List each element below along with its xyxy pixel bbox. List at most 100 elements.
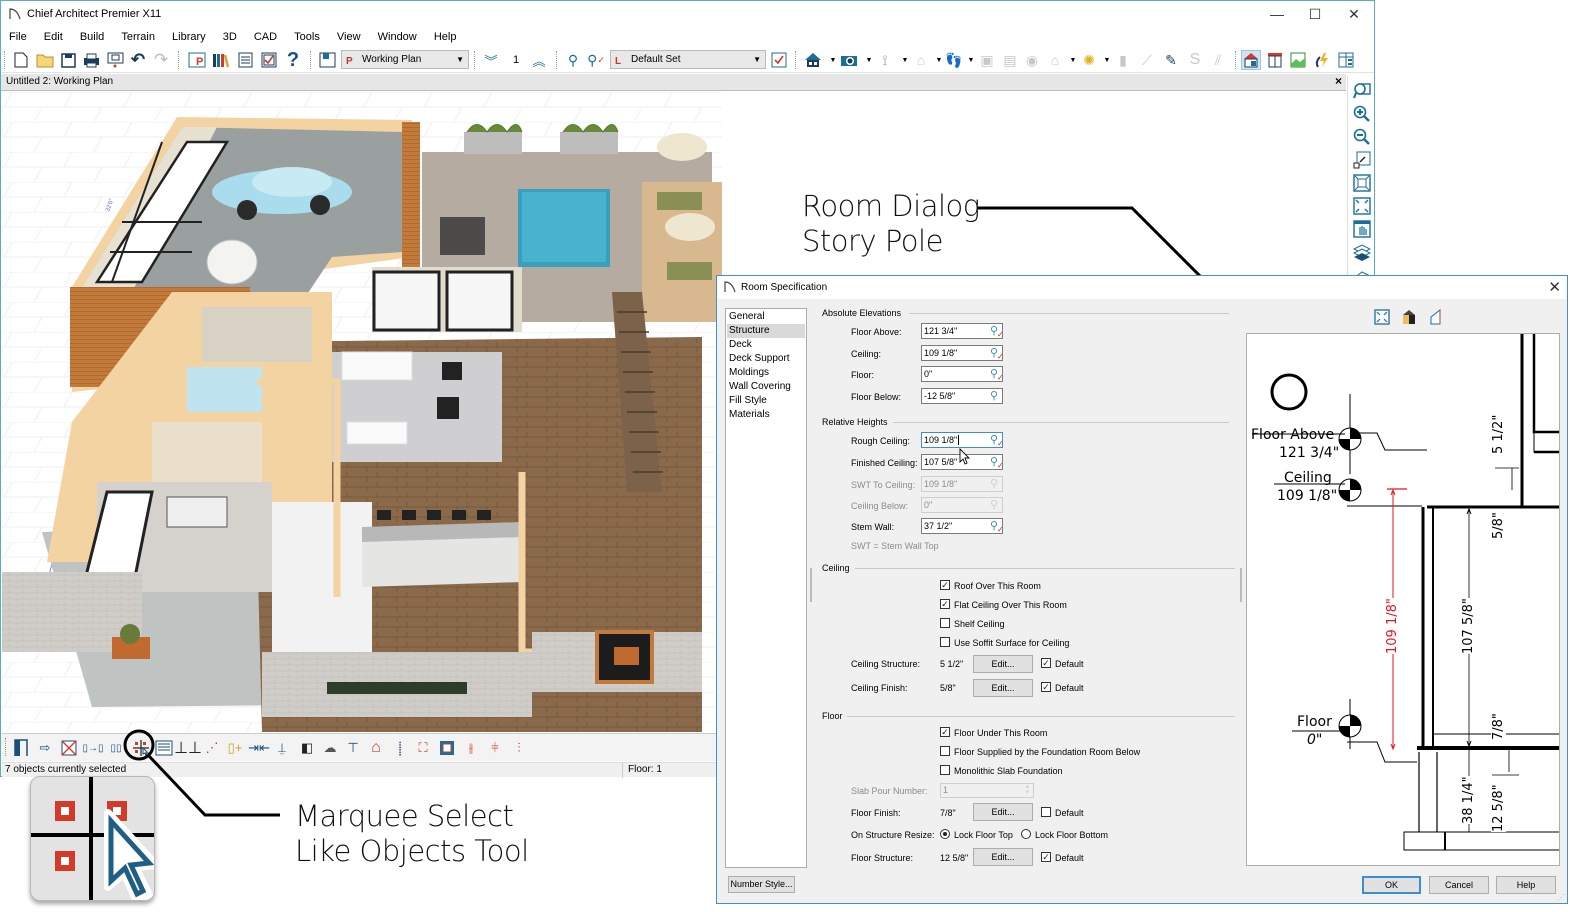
story-pole-circle — [1270, 373, 1308, 411]
finished-ceiling-value: 107 5/8" — [924, 457, 958, 467]
monolithic-slab-label: Monolithic Slab Foundation — [954, 766, 1063, 776]
ceiling-structure-value: 5 1/2" — [940, 659, 964, 669]
app-logo-icon — [724, 281, 736, 293]
floor-structure-edit-button[interactable]: Edit... — [973, 848, 1033, 866]
callout-line-1: Marquee Select — [295, 799, 514, 833]
finished-ceiling-label: Finished Ceiling: — [851, 458, 918, 468]
ceiling-label: Ceiling: — [851, 349, 882, 359]
swt-to-ceiling-value: 109 1/8" — [924, 479, 958, 489]
marquee-callout: Marquee Select Like Objects Tool — [295, 799, 529, 869]
dialog-close-icon[interactable]: ✕ — [1548, 278, 1561, 296]
monolithic-slab-checkbox[interactable] — [940, 765, 950, 775]
floor-structure-default-checkbox[interactable]: ✓ — [1041, 852, 1051, 862]
callout-line-2: Like Objects Tool — [295, 834, 529, 868]
slab-pour-number-value: 1 — [943, 785, 949, 795]
nav-structure[interactable]: Structure — [727, 324, 805, 338]
floor-heading: Floor — [822, 711, 843, 721]
floor-finish-default-checkbox[interactable] — [1041, 807, 1051, 817]
dim-rough-ceiling: 109 1/8" — [1385, 598, 1400, 654]
fill-window-icon[interactable] — [1373, 309, 1391, 327]
group-divider — [855, 568, 1235, 569]
flat-ceiling-label: Flat Ceiling Over This Room — [954, 600, 1067, 610]
dim-finished-ceiling: 107 5/8" — [1461, 598, 1476, 654]
swt-to-ceiling-field: 109 1/8" ⚲ — [921, 476, 1003, 492]
soffit-surface-checkbox[interactable] — [940, 637, 950, 647]
ceiling-finish-default-label: Default — [1055, 683, 1084, 693]
lock-floor-bottom-radio[interactable] — [1021, 829, 1031, 839]
default-wrench-icon[interactable]: ⚲ ✓ — [990, 324, 1004, 339]
ceiling-finish-edit-button[interactable]: Edit... — [973, 679, 1033, 697]
ok-button[interactable]: OK — [1362, 876, 1421, 894]
floor-supplied-by-foundation-checkbox[interactable] — [940, 746, 950, 756]
floor-above-field[interactable]: 121 3/4" ⚲ ✓ — [921, 323, 1004, 339]
floor-field[interactable]: 0" ⚲ ✓ — [921, 366, 1004, 382]
section-view-icon[interactable] — [1427, 308, 1445, 327]
room-specification-dialog: Room Specification ✕ General Structure D… — [716, 275, 1568, 904]
number-style-button[interactable]: Number Style... — [728, 876, 795, 893]
marquee-highlight-circle — [123, 729, 155, 761]
ceiling-below-value: 0" — [924, 500, 933, 510]
nav-fill-style[interactable]: Fill Style — [727, 394, 805, 408]
floor-under-room-checkbox[interactable]: ✓ — [940, 727, 950, 737]
shelf-ceiling-label: Shelf Ceiling — [954, 619, 1005, 629]
lock-floor-top-label: Lock Floor Top — [954, 830, 1013, 840]
marquee-select-like-objects-icon-enlarged — [30, 776, 155, 901]
ceiling-structure-edit-button[interactable]: Edit... — [973, 655, 1033, 673]
callout-line-2: Story Pole — [802, 224, 943, 258]
flat-ceiling-checkbox[interactable]: ✓ — [940, 599, 950, 609]
preview-floor-above-label: Floor Above — [1251, 427, 1335, 443]
ceiling-field[interactable]: 109 1/8" ⚲ ✓ — [921, 345, 1004, 361]
default-wrench-icon: ⚲ — [989, 499, 998, 511]
nav-moldings[interactable]: Moldings — [727, 366, 805, 380]
splitter-handle-left[interactable] — [810, 568, 812, 602]
default-wrench-icon[interactable]: ⚲ ✓ — [990, 455, 1004, 470]
soffit-surface-label: Use Soffit Surface for Ceiling — [954, 638, 1070, 648]
floor-supplied-by-foundation-label: Floor Supplied by the Foundation Room Be… — [954, 747, 1141, 757]
floor-above-value: 121 3/4" — [924, 326, 958, 336]
nav-deck[interactable]: Deck — [727, 338, 805, 352]
roof-over-room-checkbox[interactable]: ✓ — [940, 580, 950, 590]
default-wrench-icon[interactable]: ⚲ — [990, 389, 998, 403]
help-button[interactable]: Help — [1496, 876, 1556, 894]
cancel-button[interactable]: Cancel — [1429, 876, 1489, 894]
ceiling-finish-default-checkbox[interactable]: ✓ — [1041, 682, 1051, 692]
ceiling-structure-label: Ceiling Structure: — [851, 659, 921, 669]
default-wrench-icon[interactable]: ⚲ ✓ — [990, 433, 1004, 448]
group-divider — [909, 313, 1229, 314]
resize-grip-icon[interactable]: ⋰ — [1557, 893, 1565, 902]
rough-ceiling-label: Rough Ceiling: — [851, 436, 911, 446]
rough-ceiling-field[interactable]: 109 1/8" ⚲ ✓ — [921, 432, 1004, 448]
3d-view-icon[interactable] — [1400, 309, 1418, 327]
splitter-handle-right[interactable] — [1240, 568, 1242, 602]
preview-ceiling-label: Ceiling — [1284, 470, 1332, 486]
stem-wall-field[interactable]: 37 1/2" ⚲ ✓ — [921, 518, 1004, 534]
lock-floor-top-radio[interactable] — [940, 829, 950, 839]
spinner-arrows-icon: ▴ ▾ — [1025, 783, 1029, 796]
stem-wall-value: 37 1/2" — [924, 521, 953, 531]
floor-structure-default-label: Default — [1055, 853, 1084, 863]
floor-label: Floor: — [851, 370, 875, 380]
ceiling-structure-default-label: Default — [1055, 659, 1084, 669]
relative-heights-heading: Relative Heights — [822, 417, 888, 427]
nav-deck-support[interactable]: Deck Support — [727, 352, 805, 366]
nav-wall-covering[interactable]: Wall Covering — [727, 380, 805, 394]
floor-finish-edit-button[interactable]: Edit... — [973, 803, 1033, 821]
default-wrench-icon[interactable]: ⚲ ✓ — [990, 367, 1004, 382]
callout-line-1: Room Dialog — [802, 189, 980, 223]
dialog-title: Room Specification — [741, 282, 828, 293]
shelf-ceiling-checkbox[interactable] — [940, 618, 950, 628]
slab-pour-number-label: Slab Pour Number: — [851, 786, 928, 796]
swt-to-ceiling-label: SWT To Ceiling: — [851, 480, 916, 490]
default-wrench-icon[interactable]: ⚲ ✓ — [990, 346, 1004, 361]
ceiling-heading: Ceiling — [822, 563, 850, 573]
dim-floor-structure: 12 5/8" — [1491, 784, 1506, 832]
absolute-elevations-heading: Absolute Elevations — [822, 308, 902, 318]
default-wrench-icon[interactable]: ⚲ ✓ — [990, 519, 1004, 534]
floor-below-label: Floor Below: — [851, 392, 902, 402]
ceiling-structure-default-checkbox[interactable]: ✓ — [1041, 658, 1051, 668]
floor-below-field[interactable]: -12 5/8" ⚲ — [921, 388, 1003, 404]
nav-general[interactable]: General — [727, 310, 805, 324]
mouse-cursor-icon — [959, 448, 971, 465]
nav-materials[interactable]: Materials — [727, 408, 805, 422]
dialog-title-bar: Room Specification ✕ — [717, 276, 1567, 299]
